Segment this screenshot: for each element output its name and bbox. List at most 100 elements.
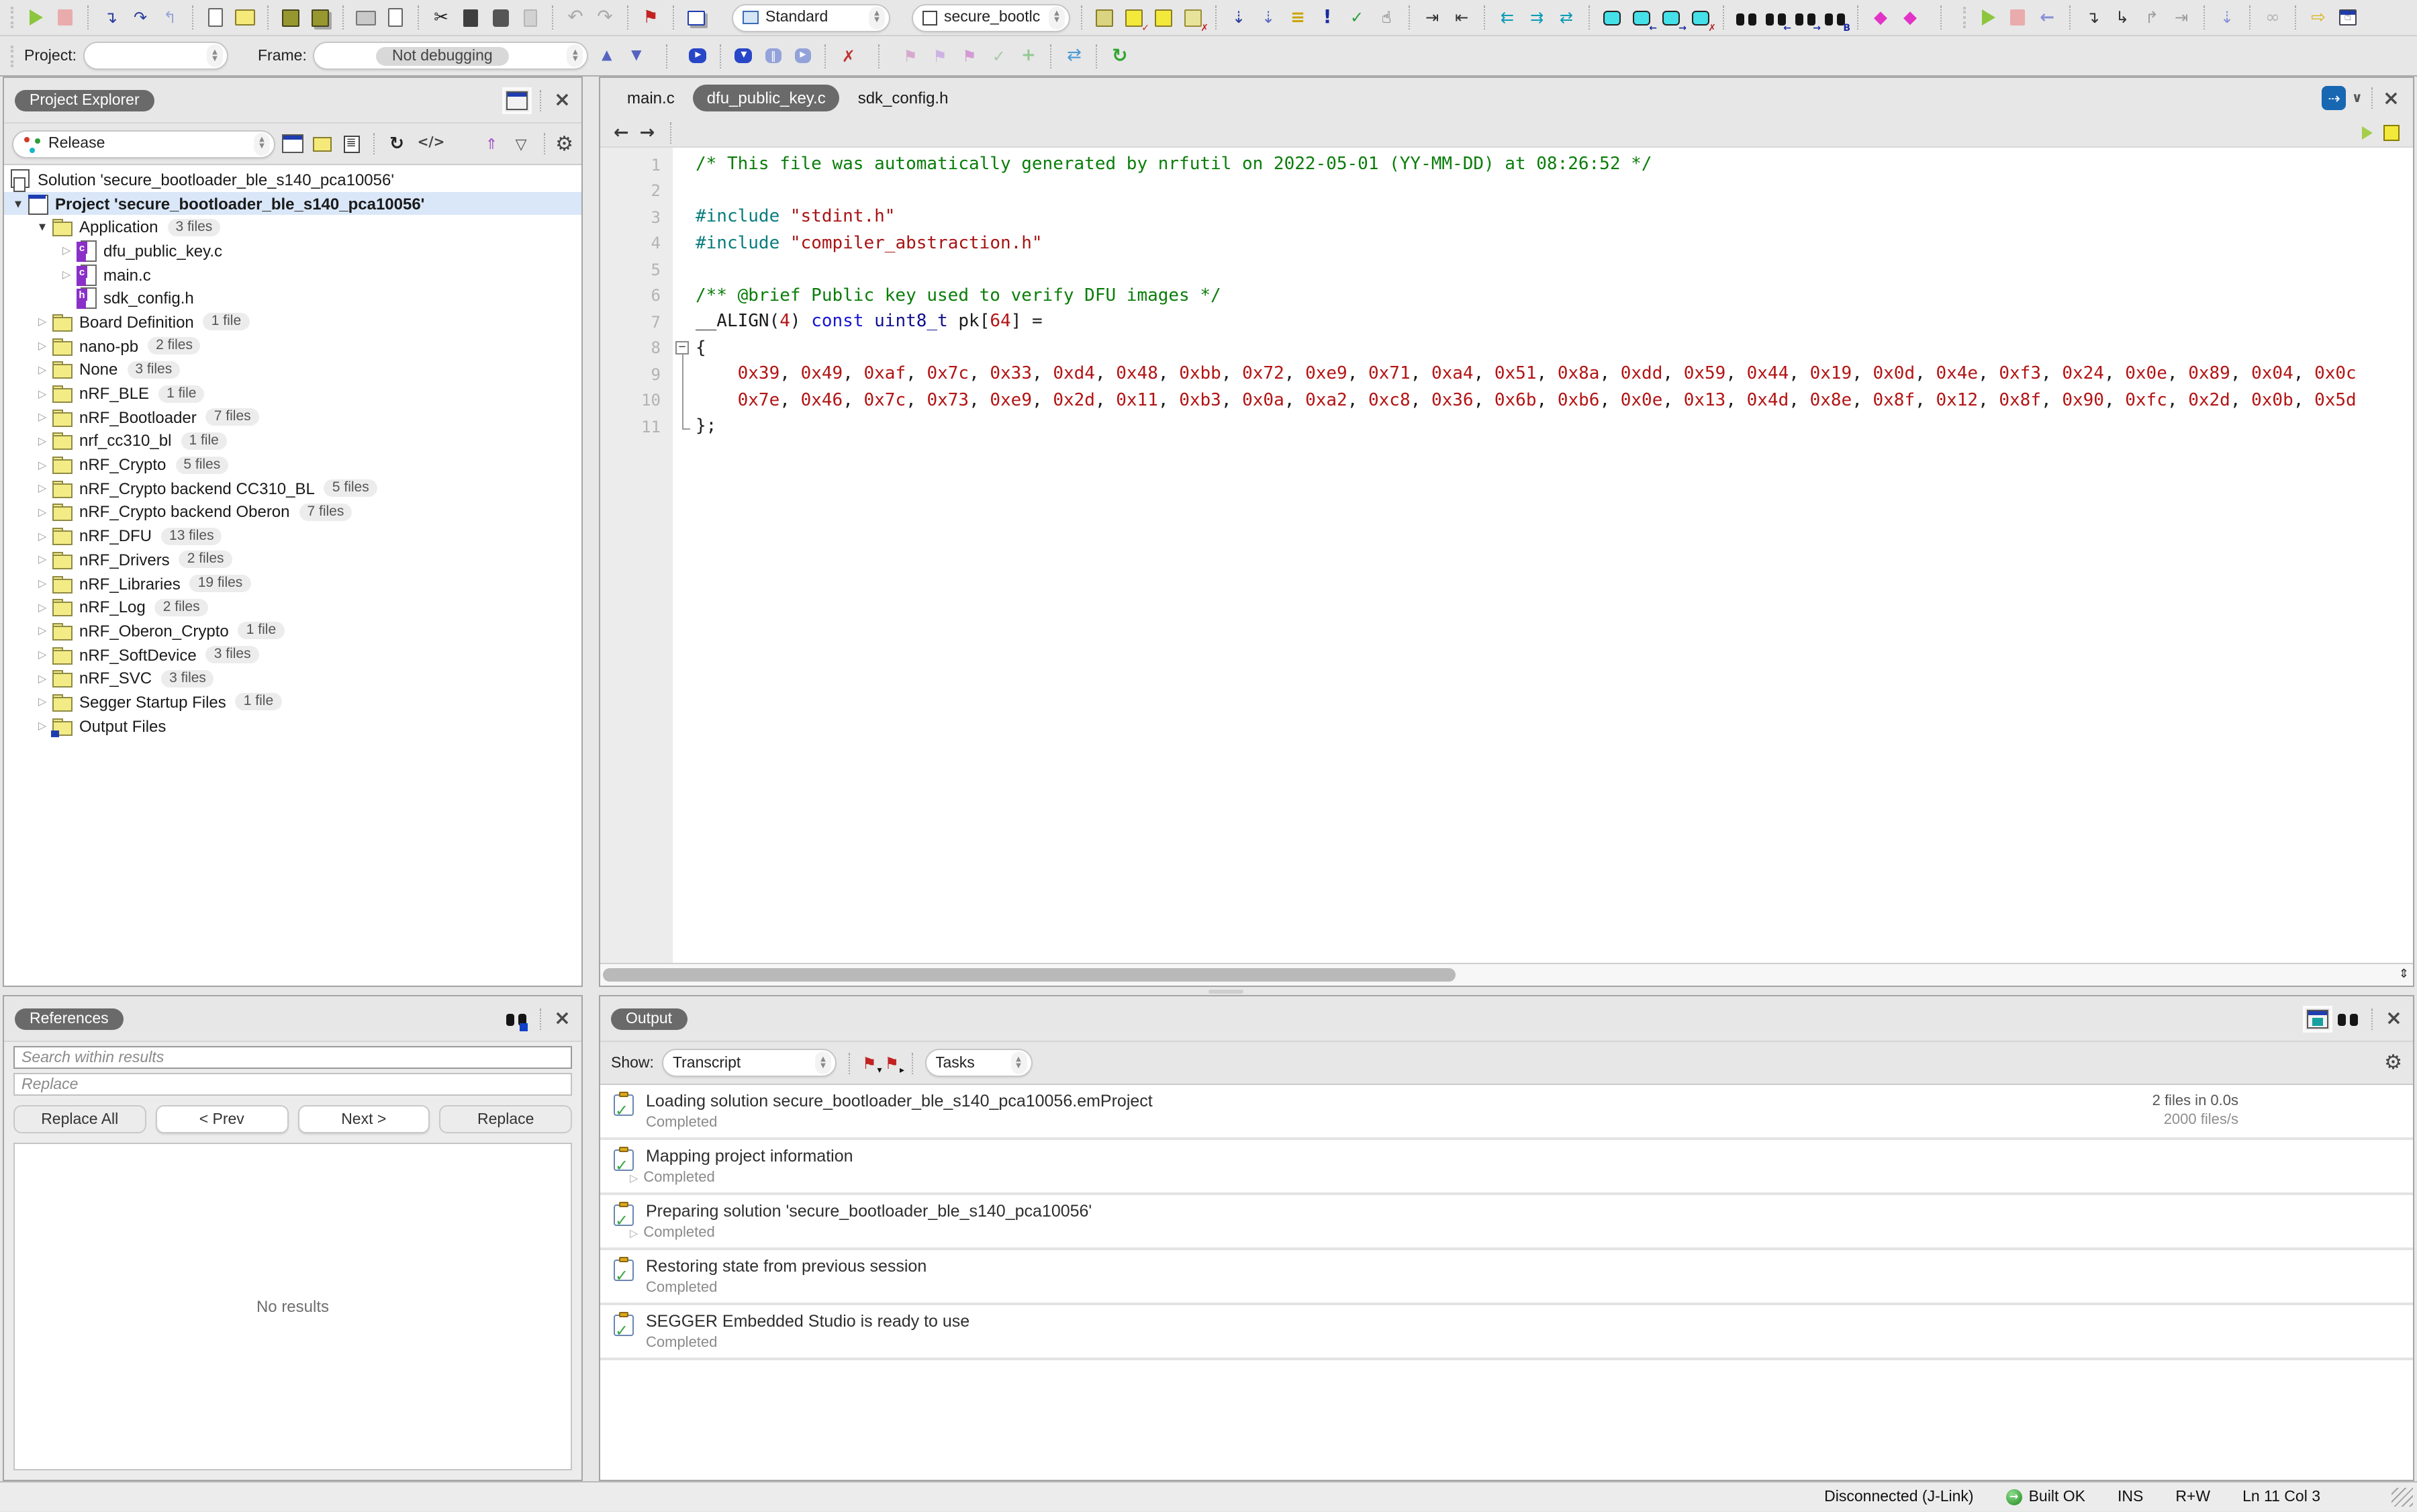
cut-button[interactable]: ✂ xyxy=(430,5,453,30)
refresh-button[interactable]: ↻ xyxy=(1108,44,1131,68)
code-editor[interactable]: 1/* This file was automatically generate… xyxy=(600,148,2413,963)
project-explorer-title-tab[interactable]: Project Explorer xyxy=(15,89,154,111)
tree-item[interactable]: ▼Project 'secure_bootloader_ble_s140_pca… xyxy=(4,191,581,215)
code-line[interactable]: 8−{ xyxy=(600,335,2413,361)
tree-item[interactable]: ▷Segger Startup Files1 file xyxy=(4,690,581,714)
collapsed-arrow-icon[interactable]: ▷ xyxy=(34,387,51,399)
download-button[interactable]: ⇣ xyxy=(1227,5,1250,30)
debug-restart-button[interactable]: ← xyxy=(2036,5,2058,30)
navigate-back-icon[interactable]: ← xyxy=(614,122,629,143)
debug-step-into-button[interactable]: ↴ xyxy=(2081,5,2104,30)
open-file-button[interactable] xyxy=(234,5,256,30)
search-within-results-input[interactable]: Search within results xyxy=(13,1046,572,1069)
session-add-button[interactable]: + xyxy=(1017,44,1040,68)
new-file-button[interactable] xyxy=(204,5,227,30)
tree-item[interactable]: ▷nRF_SVC3 files xyxy=(4,667,581,690)
expanded-arrow-icon[interactable]: ▼ xyxy=(9,198,27,209)
frame-up-button[interactable]: ▲ xyxy=(596,44,618,68)
tree-item[interactable]: ▷main.c xyxy=(4,263,581,287)
tree-item[interactable]: ▷nRF_Crypto backend CC310_BL5 files xyxy=(4,477,581,500)
prev-diff-button[interactable]: ◆ xyxy=(1869,5,1892,30)
collapsed-arrow-icon[interactable]: ▷ xyxy=(34,459,51,471)
code-line[interactable]: 6/** @brief Public key used to verify DF… xyxy=(600,283,2413,309)
toggle-breakpoint-button[interactable]: ▸ xyxy=(687,44,710,68)
tree-item[interactable]: ▷nRF_Libraries19 files xyxy=(4,571,581,595)
fold-marker-icon[interactable]: − xyxy=(673,335,696,361)
tree-item[interactable]: ▷Board Definition1 file xyxy=(4,310,581,334)
copy-button[interactable] xyxy=(459,5,482,30)
tree-item[interactable]: ▷nRF_Crypto backend Oberon7 files xyxy=(4,500,581,524)
collapsed-arrow-icon[interactable]: ▷ xyxy=(34,530,51,542)
close-references-button[interactable]: × xyxy=(554,1008,571,1029)
collapsed-arrow-icon[interactable]: ▷ xyxy=(34,435,51,447)
build-configuration-select[interactable]: Release ▲▼ xyxy=(12,130,275,158)
disable-breakpoints-button[interactable]: ‖ xyxy=(762,44,785,68)
editor-tab-dfu_public_key.c[interactable]: dfu_public_key.c xyxy=(694,85,839,111)
save-all-button[interactable] xyxy=(309,5,332,30)
quick-watch-button[interactable]: ⇨ xyxy=(2307,5,2330,30)
collapsed-arrow-icon[interactable]: ▷ xyxy=(34,696,51,708)
collapsed-arrow-icon[interactable]: ▷ xyxy=(34,673,51,685)
collapsed-arrow-icon[interactable]: ▷ xyxy=(34,649,51,661)
tree-item[interactable]: ▷nRF_DFU13 files xyxy=(4,524,581,548)
goto-statement-button[interactable]: ⚑ xyxy=(639,5,662,30)
stepper-icon[interactable]: ▲▼ xyxy=(254,132,270,155)
undo-button[interactable]: ↶ xyxy=(564,5,587,30)
project-select[interactable]: ▲▼ xyxy=(83,42,228,70)
close-output-button[interactable]: × xyxy=(2385,1008,2402,1029)
tree-item[interactable]: ▷nRF_Drivers2 files xyxy=(4,548,581,571)
stepper-icon[interactable]: ▲▼ xyxy=(567,44,583,67)
debug-stop-button[interactable] xyxy=(2006,5,2029,30)
find-base-button[interactable]: B xyxy=(1823,5,1846,30)
verify-button[interactable]: ! xyxy=(1316,5,1339,30)
transcript-entry[interactable]: ✓Restoring state from previous sessionCo… xyxy=(600,1250,2413,1305)
session-prev-button[interactable]: ⚑ xyxy=(899,44,922,68)
step-out-button[interactable]: ↰ xyxy=(158,5,181,30)
next-diff-button[interactable]: ◆ xyxy=(1899,5,1922,30)
delete-button[interactable] xyxy=(518,5,541,30)
close-project-explorer-button[interactable]: × xyxy=(554,90,571,110)
stepper-icon[interactable]: ▲▼ xyxy=(869,6,885,29)
tree-item[interactable]: Solution 'secure_bootloader_ble_s140_pca… xyxy=(4,168,581,191)
replace-all-button[interactable]: Replace All xyxy=(13,1105,146,1133)
resize-grip[interactable] xyxy=(2391,1488,2413,1507)
replace-input[interactable]: Replace xyxy=(13,1073,572,1096)
show-select[interactable]: Transcript ▲▼ xyxy=(662,1049,837,1077)
print-button[interactable] xyxy=(354,5,377,30)
code-line[interactable]: 2 xyxy=(600,178,2413,204)
step-over-button[interactable]: ↷ xyxy=(129,5,152,30)
collapsed-arrow-icon[interactable]: ▷ xyxy=(34,625,51,637)
expanded-arrow-icon[interactable]: ▼ xyxy=(34,222,51,232)
tree-item[interactable]: ▷nRF_SoftDevice3 files xyxy=(4,643,581,667)
tree-item[interactable]: ▷nRF_Log2 files xyxy=(4,596,581,619)
collapsed-arrow-icon[interactable]: ▷ xyxy=(34,340,51,352)
clear-bookmarks-button[interactable]: ✗ xyxy=(1689,5,1712,30)
new-breakpoint-button[interactable]: ▾ xyxy=(732,44,755,68)
tree-item[interactable]: ▷nRF_Oberon_Crypto1 file xyxy=(4,619,581,643)
prev-bookmark-button[interactable]: ← xyxy=(1630,5,1653,30)
transcript-entry[interactable]: ✓Loading solution secure_bootloader_ble_… xyxy=(600,1085,2413,1140)
save-button[interactable] xyxy=(279,5,302,30)
debug-pointer-button[interactable]: ☝ xyxy=(2336,5,2359,30)
session-verify-button[interactable]: ✓ xyxy=(988,44,1010,68)
find-button[interactable] xyxy=(1735,5,1758,30)
transcript-entry[interactable]: ✓SEGGER Embedded Studio is ready to useC… xyxy=(600,1305,2413,1360)
replace-button[interactable]: Replace xyxy=(440,1105,573,1133)
workspace-select[interactable]: Standard▲▼ xyxy=(732,3,890,32)
code-view-icon[interactable]: </> xyxy=(415,132,447,156)
comment-button[interactable]: ⇇ xyxy=(1496,5,1519,30)
collapsed-arrow-icon[interactable]: ▷ xyxy=(34,506,51,518)
output-settings-icon[interactable]: ⚙ xyxy=(2384,1053,2402,1073)
collapsed-arrow-icon[interactable]: ▷ xyxy=(34,364,51,376)
dock-window-icon[interactable] xyxy=(507,91,528,109)
show-project-icon[interactable] xyxy=(282,134,303,153)
compare-button[interactable]: ⇄ xyxy=(1063,44,1086,68)
vertical-splitter[interactable] xyxy=(583,77,599,987)
tree-item[interactable]: ▷nano-pb2 files xyxy=(4,334,581,358)
filter-icon[interactable]: ▽ xyxy=(510,132,532,156)
find-in-output-icon[interactable] xyxy=(2337,1006,2360,1031)
build-all-button[interactable] xyxy=(1152,5,1175,30)
horizontal-splitter[interactable] xyxy=(0,987,2417,995)
references-title-tab[interactable]: References xyxy=(15,1008,124,1029)
error-flag-icon[interactable]: ⚑▾ xyxy=(862,1053,877,1072)
